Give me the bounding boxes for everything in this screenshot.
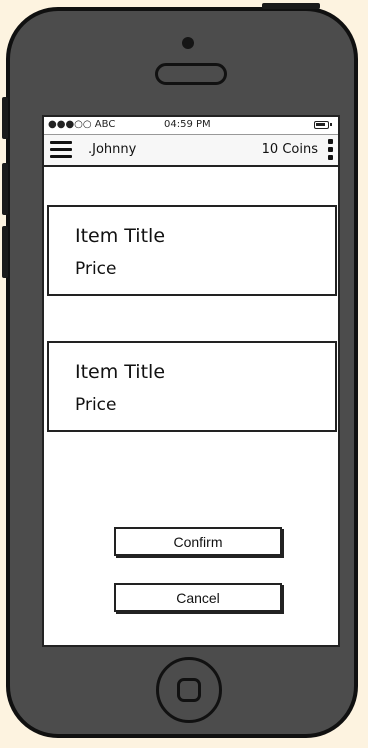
battery-icon: [314, 121, 332, 129]
menu-icon[interactable]: [50, 140, 72, 160]
user-name: .Johnny: [88, 142, 137, 157]
earpiece-speaker: [155, 63, 227, 85]
item-title: Item Title: [75, 225, 166, 247]
item-card[interactable]: Item Title Price: [47, 341, 337, 432]
volume-down-button[interactable]: [2, 226, 8, 278]
status-bar: ●●●○○ ABC 04:59 PM: [44, 117, 338, 135]
phone-screen: ●●●○○ ABC 04:59 PM .Johnny 10 Coins Item…: [42, 115, 340, 647]
home-button[interactable]: [156, 657, 222, 723]
mute-switch[interactable]: [2, 97, 8, 139]
confirm-button[interactable]: Confirm: [114, 527, 282, 556]
item-price: Price: [75, 259, 117, 279]
volume-up-button[interactable]: [2, 163, 8, 215]
front-camera-icon: [182, 37, 194, 49]
coin-balance: 10 Coins: [261, 142, 318, 157]
top-nav-bar: .Johnny 10 Coins: [44, 135, 338, 167]
phone-frame: ●●●○○ ABC 04:59 PM .Johnny 10 Coins Item…: [2, 3, 358, 738]
signal-carrier-text: ●●●○○ ABC: [48, 119, 116, 130]
more-vertical-icon[interactable]: [328, 139, 334, 161]
power-button[interactable]: [262, 3, 320, 9]
item-card[interactable]: Item Title Price: [47, 205, 337, 296]
item-price: Price: [75, 395, 117, 415]
status-time: 04:59 PM: [164, 119, 211, 130]
item-title: Item Title: [75, 361, 166, 383]
home-button-icon: [177, 678, 201, 702]
cancel-button[interactable]: Cancel: [114, 583, 282, 612]
mockup-page: ●●●○○ ABC 04:59 PM .Johnny 10 Coins Item…: [0, 0, 368, 748]
